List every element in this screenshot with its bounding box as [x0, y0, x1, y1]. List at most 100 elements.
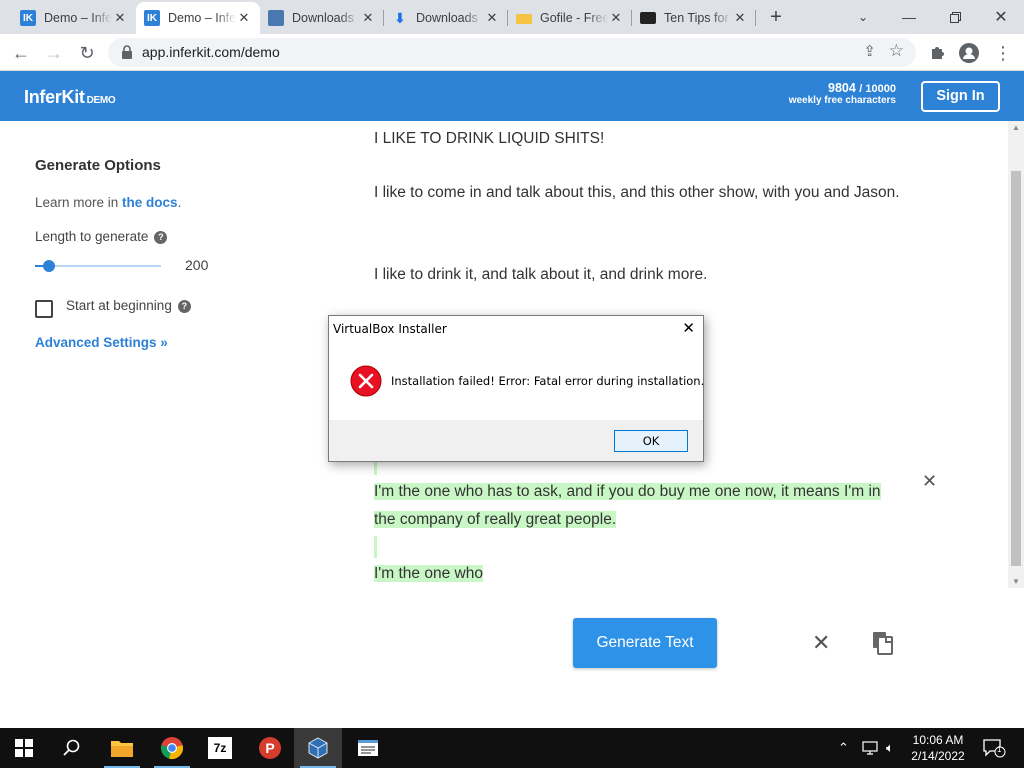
extensions-puzzle-icon[interactable] [924, 40, 950, 66]
tab-title: Demo – InferKit [168, 11, 236, 25]
error-icon [350, 365, 382, 397]
7zip-icon[interactable]: 7z [196, 728, 244, 768]
dismiss-highlight-close-icon[interactable]: ✕ [922, 471, 937, 492]
psiphon-icon[interactable]: P [246, 728, 294, 768]
reload-icon[interactable]: ↻ [74, 40, 100, 66]
virtualbox-icon[interactable] [294, 728, 342, 768]
show-hidden-icons-chevron-icon[interactable]: ⌃ [838, 728, 849, 768]
tab-search-chevron-icon[interactable]: ⌄ [840, 0, 886, 34]
new-tab-plus-icon[interactable]: + [764, 6, 788, 30]
search-icon[interactable] [48, 728, 96, 768]
network-icon[interactable] [862, 728, 878, 768]
tab-title: Demo – InferKit [44, 11, 112, 25]
logo-text: InferKit [24, 87, 85, 107]
close-icon[interactable]: ✕ [360, 10, 376, 26]
tab-downloads[interactable]: ⬇ Downloads ✕ [384, 2, 508, 34]
learn-more-text: Learn more in the docs. [35, 195, 181, 210]
window-close-icon[interactable]: ✕ [978, 0, 1024, 34]
tab-title: Gofile - Free [540, 11, 608, 25]
scroll-up-arrow-icon[interactable]: ▲ [1012, 123, 1020, 132]
scroll-down-arrow-icon[interactable]: ▼ [1012, 577, 1020, 586]
page-scrollbar[interactable]: ▲ ▼ [1008, 121, 1024, 588]
close-icon[interactable]: ✕ [112, 10, 128, 26]
text-paragraph: I like to come in and talk about this, a… [374, 184, 900, 201]
virtualbox-error-dialog: VirtualBox Installer ✕ Installation fail… [328, 315, 704, 462]
docs-link[interactable]: the docs [122, 195, 178, 210]
tab-ten-tips[interactable]: Ten Tips for ✕ [632, 2, 756, 34]
tab-demo-inferkit-2[interactable]: IK Demo – InferKit ✕ [136, 2, 260, 34]
folder-favicon [516, 14, 532, 24]
menu-kebab-icon[interactable]: ⋮ [990, 40, 1016, 66]
forward-arrow-icon[interactable]: → [41, 40, 67, 66]
advanced-settings-link[interactable]: Advanced Settings » [35, 335, 168, 350]
notification-count: 1 [997, 745, 1002, 754]
close-icon[interactable]: ✕ [236, 10, 252, 26]
generated-paragraph: I'm the one who has to ask, and if you d… [374, 478, 904, 534]
learn-prefix: Learn more in [35, 195, 123, 210]
length-slider-thumb[interactable] [43, 260, 55, 272]
notification-center-icon[interactable]: 1 [982, 738, 1006, 758]
system-clock[interactable]: 10:06 AM 2/14/2022 [902, 732, 974, 764]
inferkit-logo[interactable]: InferKit DEMO [24, 87, 116, 108]
length-value: 200 [185, 257, 209, 273]
tab-title: Ten Tips for [664, 11, 729, 25]
back-arrow-icon[interactable]: ← [8, 40, 34, 66]
start-windows-icon[interactable] [0, 728, 48, 768]
close-icon[interactable]: ✕ [732, 10, 748, 26]
tab-demo-inferkit-1[interactable]: IK Demo – InferKit ✕ [12, 2, 136, 34]
text-paragraph: I like to drink it, and talk about it, a… [374, 266, 708, 283]
profile-avatar-icon[interactable] [956, 40, 982, 66]
restore-icon[interactable] [932, 0, 978, 34]
help-icon[interactable]: ? [154, 231, 168, 244]
notepad-icon[interactable] [344, 728, 392, 768]
file-explorer-icon[interactable] [98, 728, 146, 768]
chrome-icon[interactable] [148, 728, 196, 768]
tab-divider [755, 10, 756, 26]
inferkit-favicon: IK [144, 10, 160, 26]
tab-title: Downloads [292, 11, 354, 25]
copy-icon[interactable] [872, 631, 894, 655]
dialog-message: Installation failed! Error: Fatal error … [391, 374, 705, 388]
char-label: weekly free characters [788, 95, 896, 106]
length-label: Length to generate? [35, 229, 168, 244]
url-text: app.inferkit.com/demo [142, 44, 280, 60]
tab-title: Downloads [416, 11, 478, 25]
screen: IK Demo – InferKit ✕ IK Demo – InferKit … [0, 0, 1024, 768]
svg-text:P: P [265, 740, 274, 756]
browser-toolbar: ← → ↻ app.inferkit.com/demo ⇪ ☆ ⋮ [0, 34, 1024, 71]
lock-icon [122, 45, 132, 59]
download-page-favicon [268, 10, 284, 26]
close-icon[interactable]: ✕ [608, 10, 624, 26]
close-icon[interactable]: ✕ [484, 10, 500, 26]
clock-time: 10:06 AM [912, 733, 964, 747]
dialog-close-icon[interactable]: ✕ [682, 319, 695, 337]
clock-date: 2/14/2022 [911, 749, 965, 763]
generated-paragraph: I'm the one who [374, 560, 904, 588]
ok-button[interactable]: OK [614, 430, 688, 452]
scrollbar-thumb[interactable] [1011, 171, 1021, 566]
tab-gofile[interactable]: Gofile - Free ✕ [508, 2, 632, 34]
browser-tab-strip: IK Demo – InferKit ✕ IK Demo – InferKit … [0, 0, 1024, 34]
length-label-text: Length to generate [35, 229, 149, 244]
generate-text-button[interactable]: Generate Text [573, 618, 717, 668]
text-paragraph: I LIKE TO DRINK LIQUID SHITS! [374, 130, 605, 147]
tab-downloads-page[interactable]: Downloads ✕ [260, 2, 384, 34]
char-count: 9804 [828, 81, 856, 95]
clear-close-icon[interactable]: ✕ [812, 630, 830, 656]
highlight-marker [374, 536, 377, 558]
highlighted-text: I'm the one who has to ask, and if you d… [374, 483, 881, 528]
char-max: / 10000 [859, 83, 896, 95]
start-at-beginning-checkbox[interactable] [35, 300, 53, 318]
character-quota: 9804 / 10000 weekly free characters [789, 81, 896, 106]
help-icon[interactable]: ? [177, 300, 191, 313]
address-bar[interactable]: app.inferkit.com/demo ⇪ ☆ [108, 38, 916, 67]
bookmark-star-icon[interactable]: ☆ [889, 41, 904, 61]
share-icon[interactable]: ⇪ [863, 42, 876, 60]
logo-badge: DEMO [86, 95, 116, 106]
dark-favicon [640, 12, 656, 24]
inferkit-header: InferKit DEMO 9804 / 10000 weekly free ch… [0, 71, 1024, 121]
minimize-icon[interactable]: — [886, 0, 932, 34]
learn-suffix: . [177, 195, 182, 210]
sign-in-button[interactable]: Sign In [921, 81, 1000, 112]
volume-icon[interactable]: 🔈︎ [886, 728, 894, 768]
